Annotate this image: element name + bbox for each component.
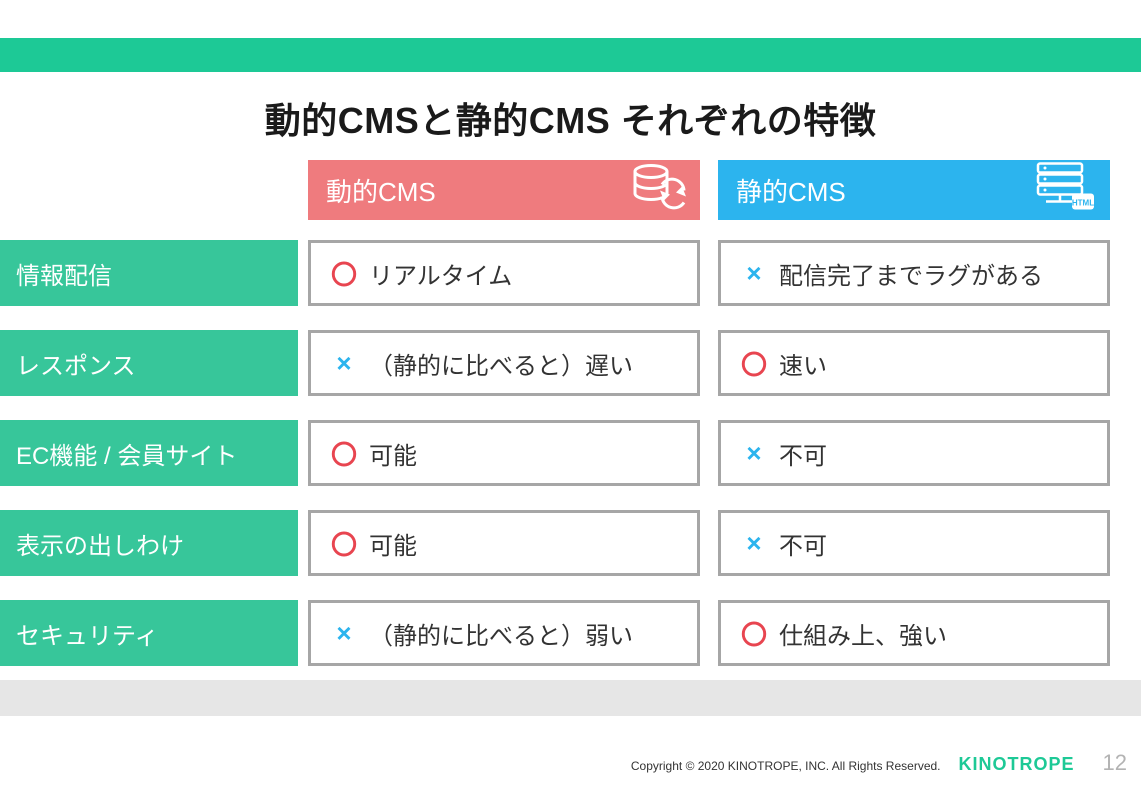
circle-mark-icon: 〇: [737, 615, 771, 652]
cross-mark-icon: ×: [737, 438, 771, 469]
cross-mark-icon: ×: [737, 528, 771, 559]
column-header-static-label: 静的CMS: [736, 172, 846, 209]
svg-text:HTML: HTML: [1072, 199, 1094, 208]
cell-text: 速い: [779, 346, 827, 381]
header-spacer: [0, 160, 298, 226]
cell-static: 〇仕組み上、強い: [718, 600, 1110, 666]
copyright-text: Copyright © 2020 KINOTROPE, INC. All Rig…: [631, 759, 941, 773]
cross-mark-icon: ×: [327, 348, 361, 379]
cell-static: × 配信完了までラグがある: [718, 240, 1110, 306]
circle-mark-icon: 〇: [327, 255, 361, 292]
circle-mark-icon: 〇: [327, 525, 361, 562]
cell-text: 可能: [369, 526, 417, 561]
column-header-dynamic: 動的CMS: [308, 160, 700, 220]
cell-dynamic: 〇リアルタイム: [308, 240, 700, 306]
row-label: 表示の出しわけ: [0, 510, 298, 576]
cell-static: × 不可: [718, 510, 1110, 576]
table-row: セキュリティ × （静的に比べると）弱い 〇仕組み上、強い: [0, 600, 1110, 666]
cell-dynamic: 〇可能: [308, 420, 700, 486]
brand-logo-text: KINOTROPE: [959, 754, 1075, 775]
cell-dynamic: × （静的に比べると）弱い: [308, 600, 700, 666]
cell-dynamic: × （静的に比べると）遅い: [308, 330, 700, 396]
circle-mark-icon: 〇: [737, 345, 771, 382]
row-label: セキュリティ: [0, 600, 298, 666]
cell-text: （静的に比べると）遅い: [369, 346, 633, 381]
cell-text: リアルタイム: [369, 256, 512, 291]
cell-text: 仕組み上、強い: [779, 616, 947, 651]
circle-mark-icon: 〇: [327, 435, 361, 472]
cross-mark-icon: ×: [327, 618, 361, 649]
row-label: 情報配信: [0, 240, 298, 306]
cell-text: 不可: [779, 526, 827, 561]
bottom-accent-bar: [0, 680, 1141, 716]
server-html-icon: HTML: [1036, 162, 1096, 219]
cross-mark-icon: ×: [737, 258, 771, 289]
row-label: EC機能 / 会員サイト: [0, 420, 298, 486]
slide-title: 動的CMSと静的CMS それぞれの特徴: [0, 92, 1141, 144]
cell-static: 〇速い: [718, 330, 1110, 396]
cell-static: × 不可: [718, 420, 1110, 486]
accent-bar: [0, 38, 1141, 72]
database-sync-icon: [632, 163, 686, 218]
column-header-dynamic-label: 動的CMS: [326, 172, 436, 209]
table-row: EC機能 / 会員サイト〇可能 × 不可: [0, 420, 1110, 486]
column-header-static: 静的CMS HTML: [718, 160, 1110, 220]
table-row: 情報配信〇リアルタイム × 配信完了までラグがある: [0, 240, 1110, 306]
cell-text: 配信完了までラグがある: [779, 256, 1043, 291]
table-row: 表示の出しわけ〇可能 × 不可: [0, 510, 1110, 576]
cell-text: 可能: [369, 436, 417, 471]
footer: Copyright © 2020 KINOTROPE, INC. All Rig…: [631, 750, 1127, 776]
comparison-table: 動的CMS 静的CMS: [0, 160, 1110, 690]
cell-text: 不可: [779, 436, 827, 471]
row-label: レスポンス: [0, 330, 298, 396]
table-row: レスポンス × （静的に比べると）遅い 〇速い: [0, 330, 1110, 396]
cell-dynamic: 〇可能: [308, 510, 700, 576]
page-number: 12: [1103, 750, 1127, 776]
cell-text: （静的に比べると）弱い: [369, 616, 633, 651]
table-header-row: 動的CMS 静的CMS: [0, 160, 1110, 226]
